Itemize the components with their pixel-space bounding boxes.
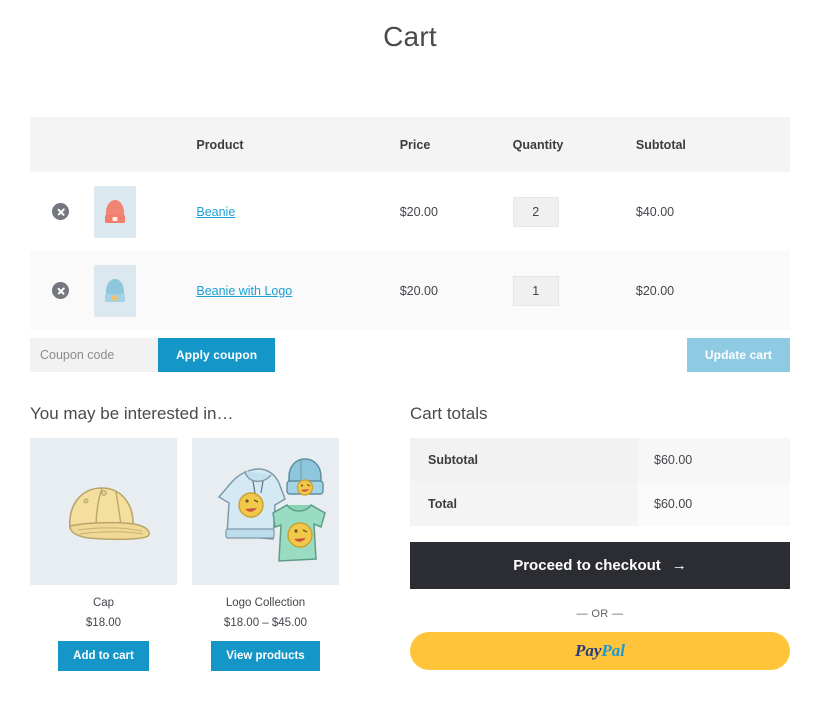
arrow-right-icon: → (671, 557, 687, 574)
lower-section: You may be interested in… Cap $18.00 Add… (0, 404, 820, 671)
or-divider: — OR — (576, 608, 624, 620)
product-title[interactable]: Logo Collection (192, 597, 339, 609)
logo-collection-product-image[interactable] (192, 438, 339, 585)
cart-page: Cart Product Price Quantity Subtotal Bea… (0, 0, 820, 715)
remove-item-icon[interactable] (52, 282, 69, 299)
cell-product: Beanie with Logo (196, 251, 400, 330)
cell-subtotal: $40.00 (635, 172, 790, 251)
upsells-section: You may be interested in… Cap $18.00 Add… (30, 404, 385, 671)
view-products-button[interactable]: View products (211, 641, 320, 671)
paypal-logo-pal: Pal (601, 641, 626, 660)
cell-thumbnail (93, 172, 197, 251)
cell-remove (30, 172, 94, 251)
product-price: $18.00 – $45.00 (223, 617, 308, 629)
page-title: Cart (383, 21, 437, 52)
table-row: Total $60.00 (410, 482, 790, 526)
cart-totals-table: Subtotal $60.00 Total $60.00 (410, 438, 790, 526)
cell-price: $20.00 (399, 251, 513, 330)
cart-table: Product Price Quantity Subtotal Beanie $… (30, 117, 790, 330)
product-link[interactable]: Beanie with Logo (196, 284, 292, 298)
table-row: Beanie with Logo $20.00 1 $20.00 (30, 251, 790, 330)
cap-glyph (68, 486, 150, 540)
checkout-label: Proceed to checkout (513, 557, 661, 574)
paypal-button[interactable]: Pay Pal (410, 632, 790, 670)
remove-item-icon[interactable] (52, 203, 69, 220)
cap-product-image[interactable] (30, 438, 177, 585)
cell-subtotal: $20.00 (635, 251, 790, 330)
list-item: Cap $18.00 Add to cart (30, 438, 177, 671)
cart-header-row: Product Price Quantity Subtotal (30, 117, 790, 172)
table-row: Subtotal $60.00 (410, 438, 790, 482)
header-subtotal: Subtotal (635, 117, 790, 172)
add-to-cart-button[interactable]: Add to cart (58, 641, 149, 671)
list-item: Logo Collection $18.00 – $45.00 View pro… (192, 438, 339, 671)
paypal-logo-pay: Pay (574, 641, 602, 660)
cell-thumbnail (93, 251, 197, 330)
header-remove (30, 117, 94, 172)
header-price: Price (399, 117, 513, 172)
beanie-with-logo-thumbnail[interactable] (93, 264, 136, 317)
upsells-product-grid: Cap $18.00 Add to cart Logo Collection $… (30, 438, 385, 671)
logo-collection-glyph (217, 457, 326, 562)
cart-table-body: Beanie $20.00 2 $40.00 Beanie with Logo … (30, 172, 790, 330)
upsells-heading: You may be interested in… (30, 404, 234, 423)
coupon-input[interactable] (30, 338, 158, 372)
product-price: $18.00 (85, 617, 122, 629)
cell-remove (30, 251, 94, 330)
cell-quantity: 2 (512, 172, 636, 251)
subtotal-label: Subtotal (410, 438, 638, 482)
cart-table-container: Product Price Quantity Subtotal Beanie $… (0, 117, 820, 372)
total-label: Total (410, 482, 638, 526)
cart-totals-section: Cart totals Subtotal $60.00 Total $60.00… (410, 404, 790, 671)
cell-quantity: 1 (512, 251, 636, 330)
cart-actions-row: Apply coupon Update cart (30, 338, 790, 372)
cell-price: $20.00 (399, 172, 513, 251)
cell-product: Beanie (196, 172, 400, 251)
beanie-logo-glyph (104, 278, 125, 302)
subtotal-value: $60.00 (638, 438, 790, 482)
header-quantity: Quantity (512, 117, 636, 172)
header-thumbnail (93, 117, 197, 172)
table-row: Beanie $20.00 2 $40.00 (30, 172, 790, 251)
total-value: $60.00 (638, 482, 790, 526)
cart-totals-heading: Cart totals (410, 404, 488, 423)
quantity-input[interactable]: 2 (512, 196, 559, 227)
beanie-salmon-glyph (104, 199, 125, 223)
beanie-salmon-thumbnail[interactable] (93, 185, 136, 238)
product-link[interactable]: Beanie (196, 205, 235, 219)
header-product: Product (196, 117, 400, 172)
product-title[interactable]: Cap (30, 597, 177, 609)
quantity-input[interactable]: 1 (512, 275, 559, 306)
proceed-to-checkout-button[interactable]: Proceed to checkout → (410, 542, 790, 589)
apply-coupon-button[interactable]: Apply coupon (158, 338, 276, 372)
update-cart-button[interactable]: Update cart (686, 338, 790, 372)
cart-table-head: Product Price Quantity Subtotal (30, 117, 790, 172)
